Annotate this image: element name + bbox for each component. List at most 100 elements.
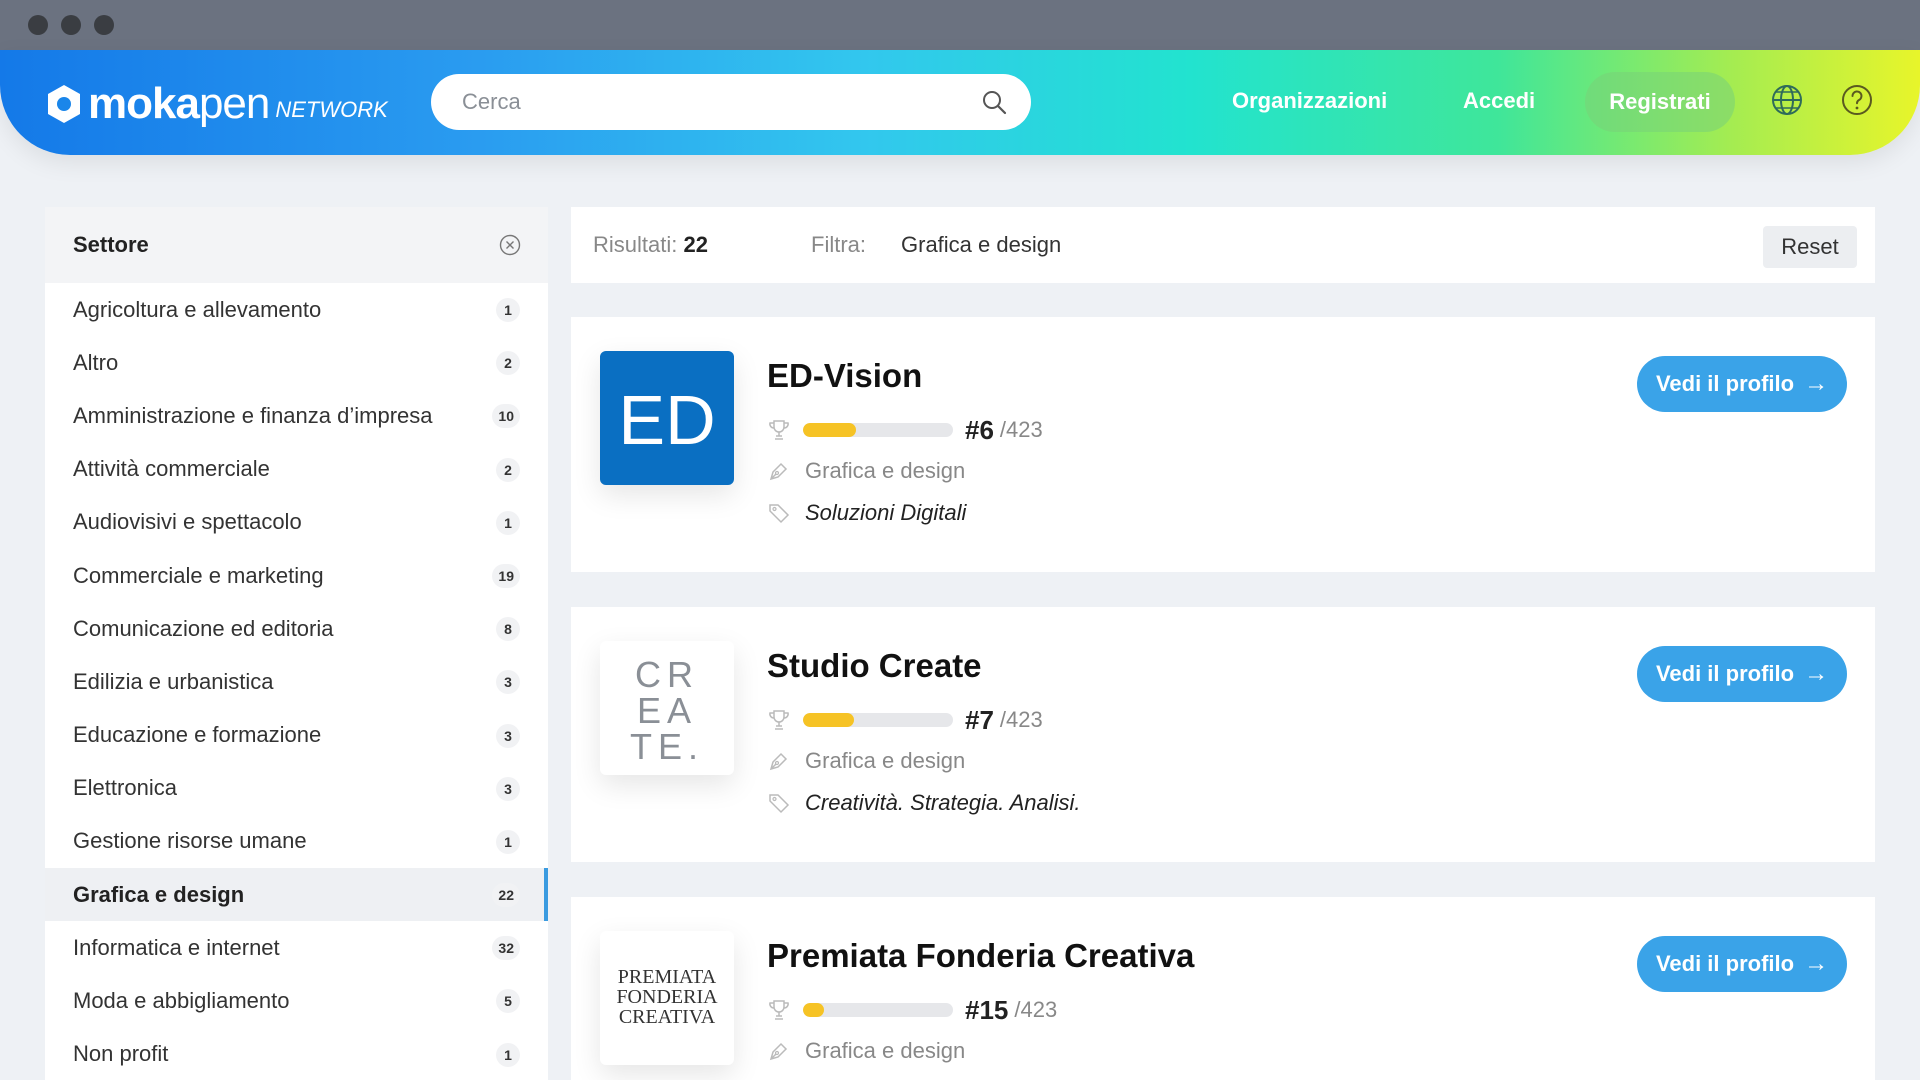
sector-item-count-badge: 10 (492, 404, 520, 429)
organization-logo[interactable]: CR EA TE. (600, 641, 734, 775)
sector-item-label: Comunicazione ed editoria (73, 615, 334, 641)
logo-network-label: NETWORK (275, 97, 388, 122)
sector-item[interactable]: Comunicazione ed editoria 8 (45, 602, 548, 655)
sector-item[interactable]: Gestione risorse umane 1 (45, 815, 548, 868)
sector-item[interactable]: Elettronica 3 (45, 762, 548, 815)
sector-item[interactable]: Agricoltura e allevamento 1 (45, 283, 548, 336)
sector-item-count-badge: 1 (496, 829, 520, 854)
sector-item-count-badge: 32 (492, 936, 520, 961)
ranking-position: #15 (965, 994, 1009, 1025)
ranking-total: /423 (1014, 997, 1058, 1022)
ranking-total: /423 (999, 707, 1043, 732)
arrow-right-icon: → (1804, 370, 1829, 397)
sector-item[interactable]: Altro 2 (45, 336, 548, 389)
sector-item-count-badge: 1 (496, 298, 520, 322)
nav-organizations-link[interactable]: Organizzazioni (1232, 88, 1387, 114)
organization-card: PREMIATA FONDERIA CREATIVA Premiata Fond… (571, 897, 1875, 1080)
tag-icon (769, 794, 790, 814)
globe-icon[interactable] (1770, 83, 1804, 117)
sector-item[interactable]: Non profit 1 (45, 1028, 548, 1080)
sector-item[interactable]: Educazione e formazione 3 (45, 709, 548, 762)
category-row: Grafica e design (767, 1036, 965, 1066)
organization-name[interactable]: Studio Create (767, 647, 982, 685)
sector-item-count-badge: 2 (496, 457, 520, 482)
sector-item-count-badge: 3 (496, 776, 520, 801)
pen-tool-icon (769, 462, 788, 481)
sector-item[interactable]: Grafica e design 22 (45, 868, 548, 922)
search-input[interactable] (462, 89, 942, 115)
sector-item-label: Informatica e internet (73, 934, 280, 960)
organization-tagline: Soluzioni Digitali (805, 500, 967, 525)
organization-logo[interactable]: PREMIATA FONDERIA CREATIVA (600, 931, 734, 1065)
site-logo[interactable]: mokapen NETWORK (44, 80, 388, 128)
clear-filter-icon[interactable] (499, 234, 521, 256)
sector-item-count-badge: 1 (496, 510, 520, 535)
sector-item-count-badge: 3 (496, 723, 520, 748)
svg-text:EA: EA (637, 690, 697, 731)
sector-item[interactable]: Amministrazione e finanza d’impresa 10 (45, 389, 548, 442)
sector-item-label: Commerciale e marketing (73, 562, 324, 588)
ranking-position: #7 (965, 704, 994, 735)
sector-item-count-badge: 19 (492, 563, 520, 588)
results-count: 22 (683, 232, 708, 257)
sector-item[interactable]: Attività commerciale 2 (45, 443, 548, 496)
organization-category: Grafica e design (805, 748, 966, 773)
sector-item[interactable]: Moda e abbigliamento 5 (45, 974, 548, 1027)
sector-item[interactable]: Informatica e internet 32 (45, 921, 548, 974)
svg-text:ED: ED (618, 381, 715, 458)
arrow-right-icon: → (1804, 660, 1829, 687)
active-filter-value: Grafica e design (901, 232, 1062, 257)
results-count-label: Risultati: 22 (593, 232, 708, 257)
sector-filter-title: Settore (73, 232, 149, 257)
results-filter-bar: Risultati: 22 Filtra: Grafica e design R… (571, 207, 1875, 283)
sector-list: Agricoltura e allevamento 1 Altro 2 Amminist… (45, 283, 548, 1080)
premiata-fonderia-logo-mark: PREMIATA FONDERIA CREATIVA (616, 966, 718, 1028)
organization-tagline: Creatività. Strategia. Analisi. (805, 790, 1081, 815)
sector-item-label: Gestione risorse umane (73, 828, 307, 854)
sector-item-label: Attività commerciale (73, 456, 270, 482)
ranking-row: #15 /423 (767, 995, 1057, 1025)
organization-logo[interactable]: ED (600, 351, 734, 485)
sector-item[interactable]: Commerciale e marketing 19 (45, 549, 548, 602)
ranking-progress-bar (803, 1003, 953, 1017)
sector-item-count-badge: 1 (496, 1042, 520, 1067)
sector-item-label: Audiovisivi e spettacolo (73, 509, 302, 535)
search-icon[interactable] (981, 89, 1007, 115)
ranking-progress-bar (803, 423, 953, 437)
sector-item-count-badge: 5 (496, 989, 520, 1014)
tagline-row: Creatività. Strategia. Analisi. (767, 788, 1081, 818)
help-icon[interactable] (1840, 83, 1874, 117)
reset-button[interactable]: Reset (1763, 226, 1857, 268)
window-maximize-button[interactable] (94, 15, 114, 35)
sector-item-count-badge: 2 (496, 351, 520, 376)
window-close-button[interactable] (28, 15, 48, 35)
svg-text:FONDERIA: FONDERIA (616, 986, 718, 1008)
view-profile-button[interactable]: Vedi il profilo → (1637, 356, 1847, 412)
logo-mark-icon (48, 85, 80, 123)
nav-login-link[interactable]: Accedi (1463, 88, 1535, 114)
sector-item-count-badge: 22 (492, 883, 520, 908)
sector-item-label: Agricoltura e allevamento (73, 296, 322, 322)
ed-vision-logo-mark: ED (618, 381, 715, 458)
ranking-row: #6 /423 (767, 415, 1043, 445)
ranking-position: #6 (965, 414, 994, 445)
view-profile-button[interactable]: Vedi il profilo → (1637, 646, 1847, 702)
sector-item[interactable]: Edilizia e urbanistica 3 (45, 655, 548, 708)
ranking-total: /423 (999, 417, 1043, 442)
register-button[interactable]: Registrati (1585, 72, 1735, 132)
view-profile-button[interactable]: Vedi il profilo → (1637, 936, 1847, 992)
sector-item[interactable]: Audiovisivi e spettacolo 1 (45, 496, 548, 549)
organization-name[interactable]: Premiata Fonderia Creativa (767, 937, 1194, 975)
sector-item-label: Grafica e design (73, 881, 245, 907)
sector-item-label: Elettronica (73, 775, 177, 801)
ranking-row: #7 /423 (767, 705, 1043, 735)
sector-item-label: Altro (73, 349, 119, 375)
organization-name[interactable]: ED-Vision (767, 357, 922, 395)
sector-item-count-badge: 3 (496, 670, 520, 695)
window-minimize-button[interactable] (61, 15, 81, 35)
pen-tool-icon (769, 752, 788, 771)
svg-text:CREATIVA: CREATIVA (619, 1006, 716, 1028)
filter-label: Filtra: (811, 232, 866, 257)
ranking-progress-bar (803, 713, 953, 727)
category-row: Grafica e design (767, 456, 965, 486)
